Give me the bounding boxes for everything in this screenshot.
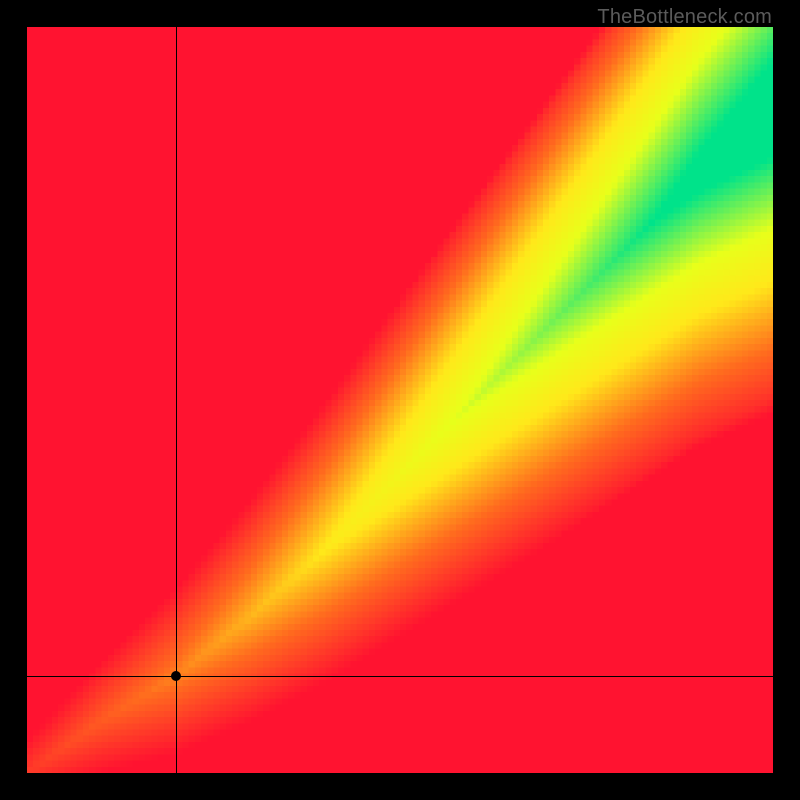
crosshair-vertical bbox=[176, 27, 177, 773]
watermark-text: TheBottleneck.com bbox=[597, 6, 772, 29]
heatmap-plot bbox=[27, 27, 773, 773]
crosshair-horizontal bbox=[27, 676, 773, 677]
selection-marker bbox=[171, 671, 181, 681]
heatmap-canvas bbox=[27, 27, 773, 773]
chart-frame: TheBottleneck.com bbox=[0, 0, 800, 800]
